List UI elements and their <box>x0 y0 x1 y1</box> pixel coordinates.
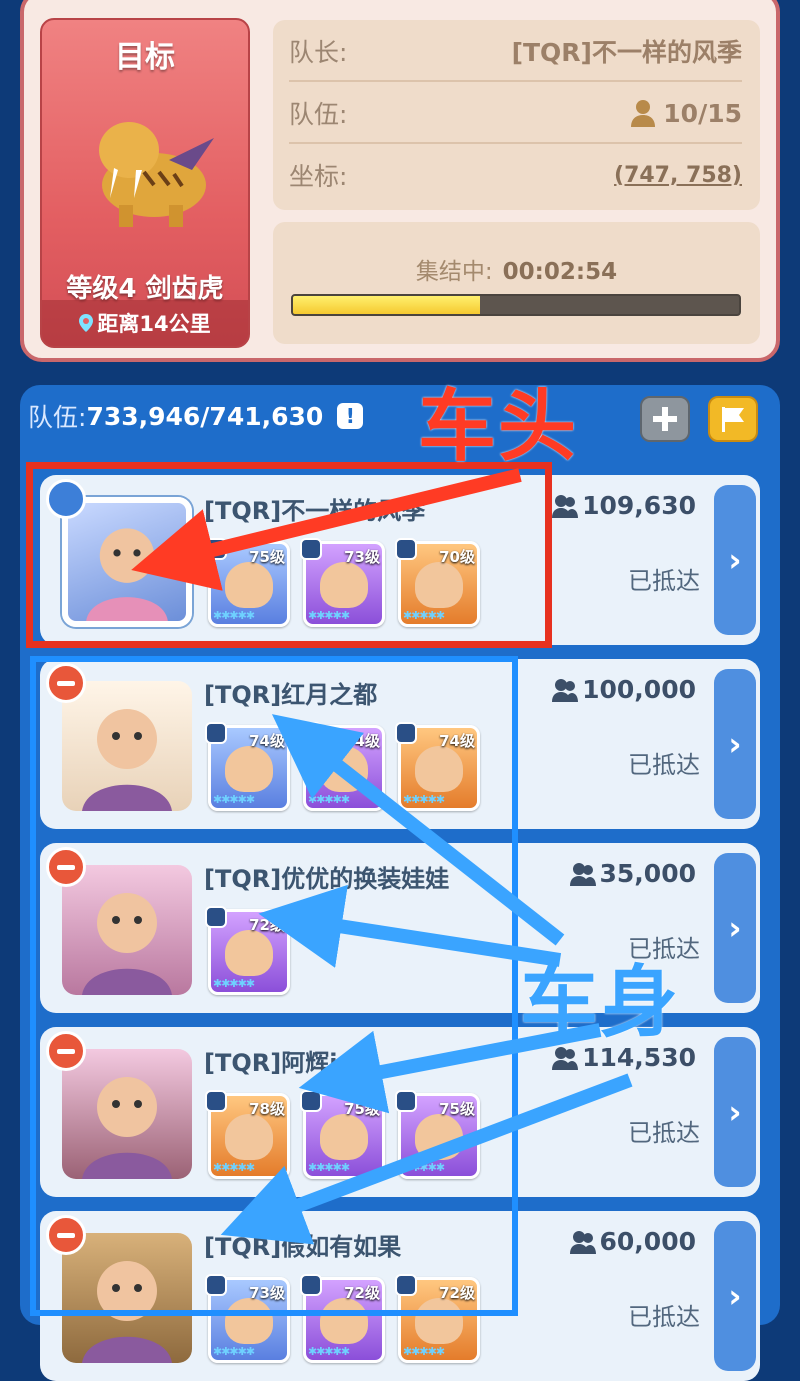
target-card[interactable]: 目标 等级4 剑齿虎 距离14公里 <box>40 18 250 348</box>
team-count: 10/15 <box>631 99 742 128</box>
leader-label: 队长: <box>289 38 348 67</box>
chevron-right-icon: › <box>728 541 742 579</box>
plus-icon <box>653 407 677 431</box>
member-detail-button[interactable]: › <box>714 669 756 819</box>
hero-stars-icon: ✱✱✱✱✱ <box>403 1345 445 1358</box>
add-member-button[interactable] <box>640 396 690 442</box>
member-detail-button[interactable]: › <box>714 485 756 635</box>
head-highlight-box <box>26 462 552 648</box>
info-icon[interactable]: ! <box>337 403 364 429</box>
body-highlight-box <box>30 656 518 1316</box>
member-detail-button[interactable]: › <box>714 853 756 1003</box>
rally-timer: 集结中: 00:02:54 <box>273 252 760 286</box>
chevron-right-icon: › <box>728 909 742 947</box>
rally-time: 00:02:54 <box>502 259 618 285</box>
member-status: 已抵达 <box>628 567 700 595</box>
member-status: 已抵达 <box>628 1303 700 1331</box>
rally-flag-button[interactable] <box>708 396 758 442</box>
distance-text: 距离14公里 <box>97 312 211 336</box>
coord-label: 坐标: <box>289 162 348 191</box>
member-status: 已抵达 <box>628 751 700 779</box>
member-status: 已抵达 <box>628 1119 700 1147</box>
chevron-right-icon: › <box>728 1093 742 1131</box>
troops-icon <box>569 862 596 886</box>
coord-link[interactable]: (747, 758) <box>614 163 742 188</box>
team-power-value: 733,946/741,630 <box>86 401 324 431</box>
hero-stars-icon: ✱✱✱✱✱ <box>308 1345 350 1358</box>
member-detail-button[interactable]: › <box>714 1037 756 1187</box>
leader-row: 队长: [TQR]不一样的风季 <box>289 22 742 82</box>
member-power-value: 100,000 <box>582 675 696 704</box>
member-power: 109,630 <box>552 491 696 520</box>
coord-row: 坐标: (747, 758) <box>289 146 742 204</box>
rally-info-box: 队长: [TQR]不一样的风季 队伍: 10/15 坐标: (747, 758) <box>273 20 760 210</box>
hero-stars-icon: ✱✱✱✱✱ <box>213 1345 255 1358</box>
team-power-header: 队伍: 733,946/741,630 ! <box>28 398 364 434</box>
sabertooth-tiger-icon <box>99 122 214 227</box>
leader-name: [TQR]不一样的风季 <box>511 38 742 67</box>
member-power-value: 35,000 <box>599 859 696 888</box>
member-detail-button[interactable]: › <box>714 1221 756 1371</box>
person-icon <box>631 100 656 127</box>
member-power: 35,000 <box>569 859 696 888</box>
chevron-right-icon: › <box>728 1277 742 1315</box>
troops-icon <box>569 1230 596 1254</box>
member-power: 100,000 <box>552 675 696 704</box>
chevron-right-icon: › <box>728 725 742 763</box>
team-count-label: 队伍: <box>289 100 348 129</box>
flag-icon <box>722 407 744 432</box>
rally-progress-bar <box>291 294 741 316</box>
head-label: 车头 <box>418 382 579 472</box>
target-title: 目标 <box>115 40 175 75</box>
troops-icon <box>552 678 579 702</box>
body-label: 车身 <box>520 958 681 1048</box>
target-distance: 距离14公里 <box>42 300 248 346</box>
member-power-value: 109,630 <box>582 491 696 520</box>
team-power-label: 队伍: <box>28 403 87 432</box>
rally-progress-fill <box>293 296 481 314</box>
location-pin-icon <box>79 314 94 332</box>
member-power: 60,000 <box>569 1227 696 1256</box>
rally-status-label: 集结中: <box>415 259 493 285</box>
troops-icon <box>552 494 579 518</box>
team-count-value: 10/15 <box>663 98 742 128</box>
team-count-row: 队伍: 10/15 <box>289 84 742 144</box>
rally-timer-box: 集结中: 00:02:54 <box>273 222 760 344</box>
member-power-value: 60,000 <box>599 1227 696 1256</box>
